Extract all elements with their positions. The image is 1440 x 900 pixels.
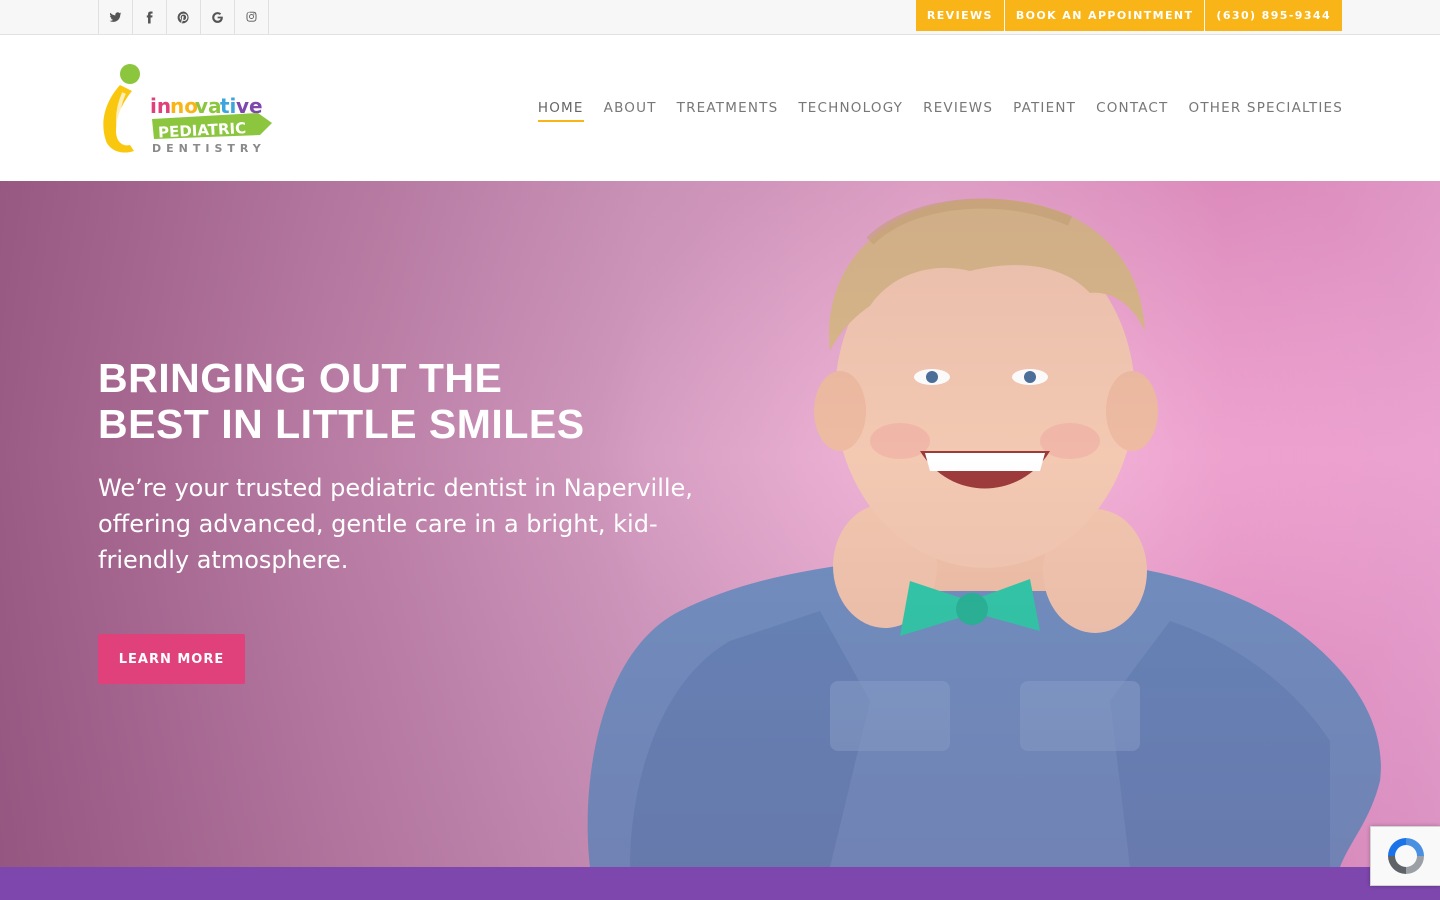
nav-about[interactable]: ABOUT — [604, 100, 657, 120]
hero-subtitle: We’re your trusted pediatric dentist in … — [98, 474, 693, 574]
facebook-icon[interactable] — [133, 0, 167, 34]
main-nav: HOME ABOUT TREATMENTS TECHNOLOGY REVIEWS… — [537, 100, 1344, 122]
nav-contact[interactable]: CONTACT — [1096, 100, 1168, 120]
top-action-buttons: REVIEWS BOOK AN APPOINTMENT (630) 895-93… — [915, 0, 1342, 31]
svg-text:va: va — [195, 94, 222, 118]
nav-technology[interactable]: TECHNOLOGY — [798, 100, 903, 120]
recaptcha-badge[interactable] — [1370, 826, 1440, 886]
svg-text:no: no — [170, 94, 198, 118]
hero-title-line-2: BEST IN LITTLE SMILES — [98, 401, 585, 447]
nav-other-specialties[interactable]: OTHER SPECIALTIES — [1189, 100, 1344, 120]
nav-home[interactable]: HOME — [537, 100, 584, 122]
recaptcha-icon — [1387, 838, 1424, 874]
nav-treatments[interactable]: TREATMENTS — [677, 100, 779, 120]
hero-title-line-1: BRINGING OUT THE — [98, 355, 503, 401]
nav-patient[interactable]: PATIENT — [1013, 100, 1076, 120]
learn-more-button[interactable]: LEARN MORE — [98, 634, 245, 684]
hero-title: BRINGING OUT THE BEST IN LITTLE SMILES — [98, 355, 718, 447]
reviews-button[interactable]: REVIEWS — [915, 0, 1004, 31]
top-utility-bar: REVIEWS BOOK AN APPOINTMENT (630) 895-93… — [0, 0, 1440, 35]
svg-text:in: in — [150, 94, 171, 118]
instagram-icon[interactable] — [235, 0, 269, 34]
social-links — [98, 0, 269, 34]
site-logo[interactable]: in no va ti ve PEDIATRIC DENTISTRY — [98, 63, 274, 155]
svg-text:DENTISTRY: DENTISTRY — [152, 142, 266, 155]
purple-section-band — [0, 867, 1440, 900]
site-header: in no va ti ve PEDIATRIC DENTISTRY HOME … — [0, 35, 1440, 181]
nav-reviews[interactable]: REVIEWS — [923, 100, 993, 120]
google-icon[interactable] — [201, 0, 235, 34]
phone-button[interactable]: (630) 895-9344 — [1205, 0, 1342, 31]
pinterest-icon[interactable] — [167, 0, 201, 34]
svg-text:PEDIATRIC: PEDIATRIC — [158, 119, 247, 142]
book-appointment-button[interactable]: BOOK AN APPOINTMENT — [1004, 0, 1205, 31]
twitter-icon[interactable] — [99, 0, 133, 34]
